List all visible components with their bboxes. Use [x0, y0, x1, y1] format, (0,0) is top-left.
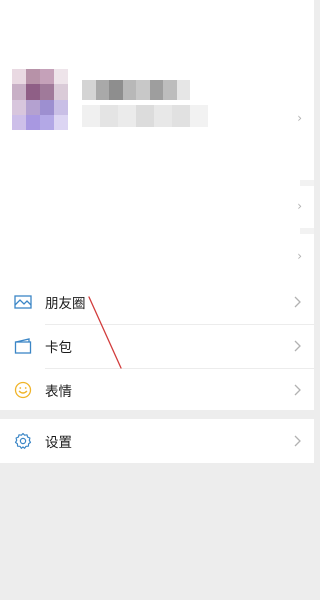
chevron-right-icon	[294, 384, 301, 396]
smiley-icon	[14, 381, 32, 399]
menu-item-label: 设置	[45, 435, 72, 451]
profile-chevron-icon[interactable]: ›	[297, 112, 302, 124]
menu-item-label: 表情	[45, 384, 72, 400]
chevron-right-icon	[294, 296, 301, 308]
menu-item-cards[interactable]: 卡包	[0, 324, 314, 368]
avatar[interactable]	[12, 69, 68, 130]
chevron-right-icon[interactable]: ›	[297, 250, 302, 262]
gear-icon	[14, 432, 32, 449]
menu-item-label: 朋友圈	[45, 296, 86, 312]
chevron-right-icon	[294, 435, 301, 447]
divider-fragment	[300, 228, 314, 234]
profile-and-menu-panel: › › › 朋友圈 卡包 表情	[0, 0, 314, 410]
chevron-right-icon[interactable]: ›	[297, 200, 302, 212]
moments-icon	[14, 295, 32, 309]
menu-item-settings[interactable]: 设置	[0, 419, 314, 463]
chevron-right-icon	[294, 340, 301, 352]
wallet-icon	[14, 338, 32, 354]
settings-panel: 设置	[0, 419, 314, 463]
menu-item-stickers[interactable]: 表情	[0, 368, 314, 412]
menu-item-moments[interactable]: 朋友圈	[0, 280, 314, 324]
menu-item-label: 卡包	[45, 340, 72, 356]
divider-fragment	[300, 180, 314, 186]
profile-id-redacted	[82, 105, 208, 127]
profile-name-redacted	[82, 80, 190, 100]
